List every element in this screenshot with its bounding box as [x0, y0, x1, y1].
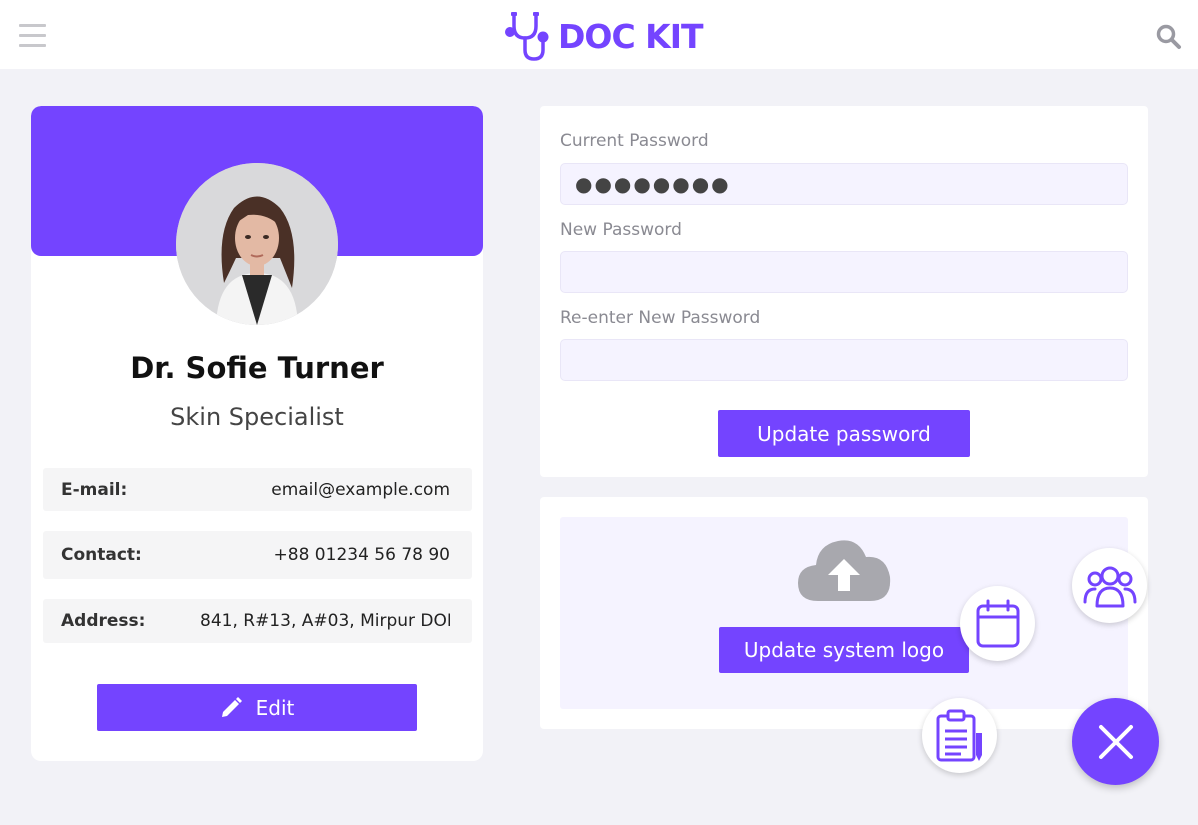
email-label: E-mail:	[61, 479, 128, 500]
logo-upload-card: Update system logo	[540, 497, 1148, 729]
contact-row: Contact: +88 01234 56 78 90	[43, 531, 472, 579]
cloud-upload-icon	[798, 540, 891, 601]
fab-close-button[interactable]	[1072, 698, 1159, 785]
clipboard-icon	[936, 709, 982, 761]
edit-button-label: Edit	[255, 695, 295, 720]
reenter-password-input[interactable]	[560, 339, 1128, 381]
address-label: Address:	[61, 611, 146, 631]
avatar	[176, 163, 338, 325]
close-icon	[1098, 724, 1133, 759]
fab-patients-button[interactable]	[1072, 548, 1147, 623]
address-row: Address: 841, R#13, A#03, Mirpur DOHS	[43, 599, 472, 643]
top-header: DOC KIT	[0, 0, 1198, 69]
search-icon[interactable]	[1156, 24, 1182, 50]
fab-calendar-button[interactable]	[960, 586, 1035, 661]
new-password-label: New Password	[560, 220, 682, 240]
stethoscope-icon	[505, 12, 549, 61]
password-card: Current Password ●●●●●●●● New Password R…	[540, 106, 1148, 477]
reenter-password-label: Re-enter New Password	[560, 308, 761, 328]
calendar-icon	[976, 599, 1019, 647]
update-logo-button[interactable]: Update system logo	[719, 627, 969, 673]
address-value: 841, R#13, A#03, Mirpur DOHS	[200, 611, 450, 631]
contact-label: Contact:	[61, 545, 142, 565]
current-password-input[interactable]: ●●●●●●●●	[560, 163, 1128, 205]
hamburger-menu-icon[interactable]	[19, 22, 46, 48]
update-password-button[interactable]: Update password	[718, 410, 970, 457]
contact-value: +88 01234 56 78 90	[273, 545, 450, 565]
doctor-specialty: Skin Specialist	[170, 403, 344, 431]
email-row: E-mail: email@example.com	[43, 468, 472, 511]
brand-logo[interactable]: DOC KIT	[504, 10, 704, 62]
fab-clipboard-button[interactable]	[922, 698, 997, 773]
users-group-icon	[1083, 566, 1136, 607]
doctor-name: Dr. Sofie Turner	[130, 351, 384, 385]
new-password-input[interactable]	[560, 251, 1128, 293]
email-value: email@example.com	[271, 479, 450, 500]
pencil-icon	[221, 696, 242, 717]
logo-dropzone[interactable]: Update system logo	[560, 517, 1128, 709]
edit-profile-button[interactable]: Edit	[97, 684, 417, 731]
current-password-label: Current Password	[560, 131, 709, 151]
brand-name: DOC KIT	[558, 16, 704, 56]
profile-card: Dr. Sofie Turner Skin Specialist E-mail:…	[31, 106, 483, 761]
